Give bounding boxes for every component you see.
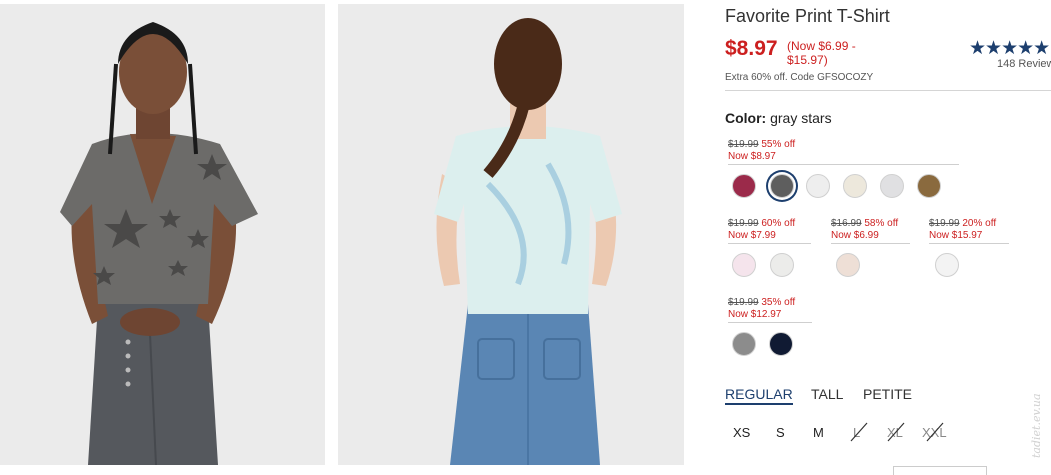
price-group: $19.99 60% off Now $7.99 [728,218,811,244]
discount-percent: 35% off [761,297,796,308]
promo-code-text: Extra 60% off. Code GFSOCOZY [725,72,874,83]
was-price: $19.99 [728,218,759,229]
size-xl-button[interactable]: XL [887,425,903,440]
swatch-ivory-print[interactable] [770,253,794,277]
size-l-button[interactable]: L [853,425,860,440]
current-price: $8.97 [725,37,778,60]
watermark-text: tadiet.ev.ua [1030,393,1043,458]
color-selector-label: Color: gray stars [725,110,832,126]
swatch-leopard-print[interactable] [917,174,941,198]
product-image-front[interactable] [0,4,325,465]
discount-percent: 60% off [761,218,796,229]
product-title: Favorite Print T-Shirt [725,6,890,26]
price-group: $19.99 35% off Now $12.97 [728,297,812,323]
tab-fit-regular[interactable]: REGULAR [725,386,793,405]
size-xxl-button[interactable]: XXL [922,425,947,440]
discount-percent: 20% off [962,218,997,229]
swatch-gray-stars[interactable] [770,174,794,198]
now-price: Now $6.99 [831,230,879,241]
swatch-burgundy-print[interactable] [732,174,756,198]
product-image-back[interactable] [338,4,684,465]
discount-percent: 55% off [761,139,796,150]
swatch-peach-print[interactable] [836,253,860,277]
price-group: $16.99 58% off Now $6.99 [831,218,910,244]
model-front-illustration [0,4,325,465]
size-m-button[interactable]: M [813,425,824,440]
size-xs-button[interactable]: XS [733,425,750,440]
now-price: Now $15.97 [929,230,983,241]
tab-fit-petite[interactable]: PETITE [863,386,912,402]
group-divider [929,243,1009,244]
group-divider [728,243,811,244]
now-price: Now $7.99 [728,230,776,241]
rating-stars[interactable]: ★★★★★ [969,37,1050,60]
swatch-black-white-print[interactable] [732,332,756,356]
divider [725,90,1051,91]
size-s-button[interactable]: S [776,425,785,440]
swatch-pink-print[interactable] [732,253,756,277]
swatch-white-solid[interactable] [935,253,959,277]
reviews-link[interactable]: 148 Reviews [997,58,1051,70]
svg-text:tadiet.ev.ua: tadiet.ev.ua [1030,393,1043,458]
color-value: gray stars [770,110,832,126]
was-price: $19.99 [728,297,759,308]
now-price: Now $12.97 [728,309,782,320]
group-divider [831,243,910,244]
was-price: $19.99 [728,139,759,150]
group-divider [728,164,959,165]
tab-fit-tall[interactable]: TALL [811,386,843,402]
swatch-white-print[interactable] [806,174,830,198]
was-price: $16.99 [831,218,862,229]
now-price: Now $8.97 [728,151,776,162]
group-divider [728,322,812,323]
discount-percent: 58% off [864,218,899,229]
swatch-navy-solid[interactable] [769,332,793,356]
price-range: (Now $6.99 - $15.97) [787,39,856,67]
color-label: Color: [725,110,767,126]
price-group: $19.99 55% off Now $8.97 [728,139,959,165]
price-group: $19.99 20% off Now $15.97 [929,218,1009,244]
was-price: $19.99 [929,218,960,229]
swatch-light-gray-print[interactable] [880,174,904,198]
quantity-box[interactable] [893,466,987,475]
swatch-cream-print[interactable] [843,174,867,198]
model-back-illustration [338,4,684,465]
